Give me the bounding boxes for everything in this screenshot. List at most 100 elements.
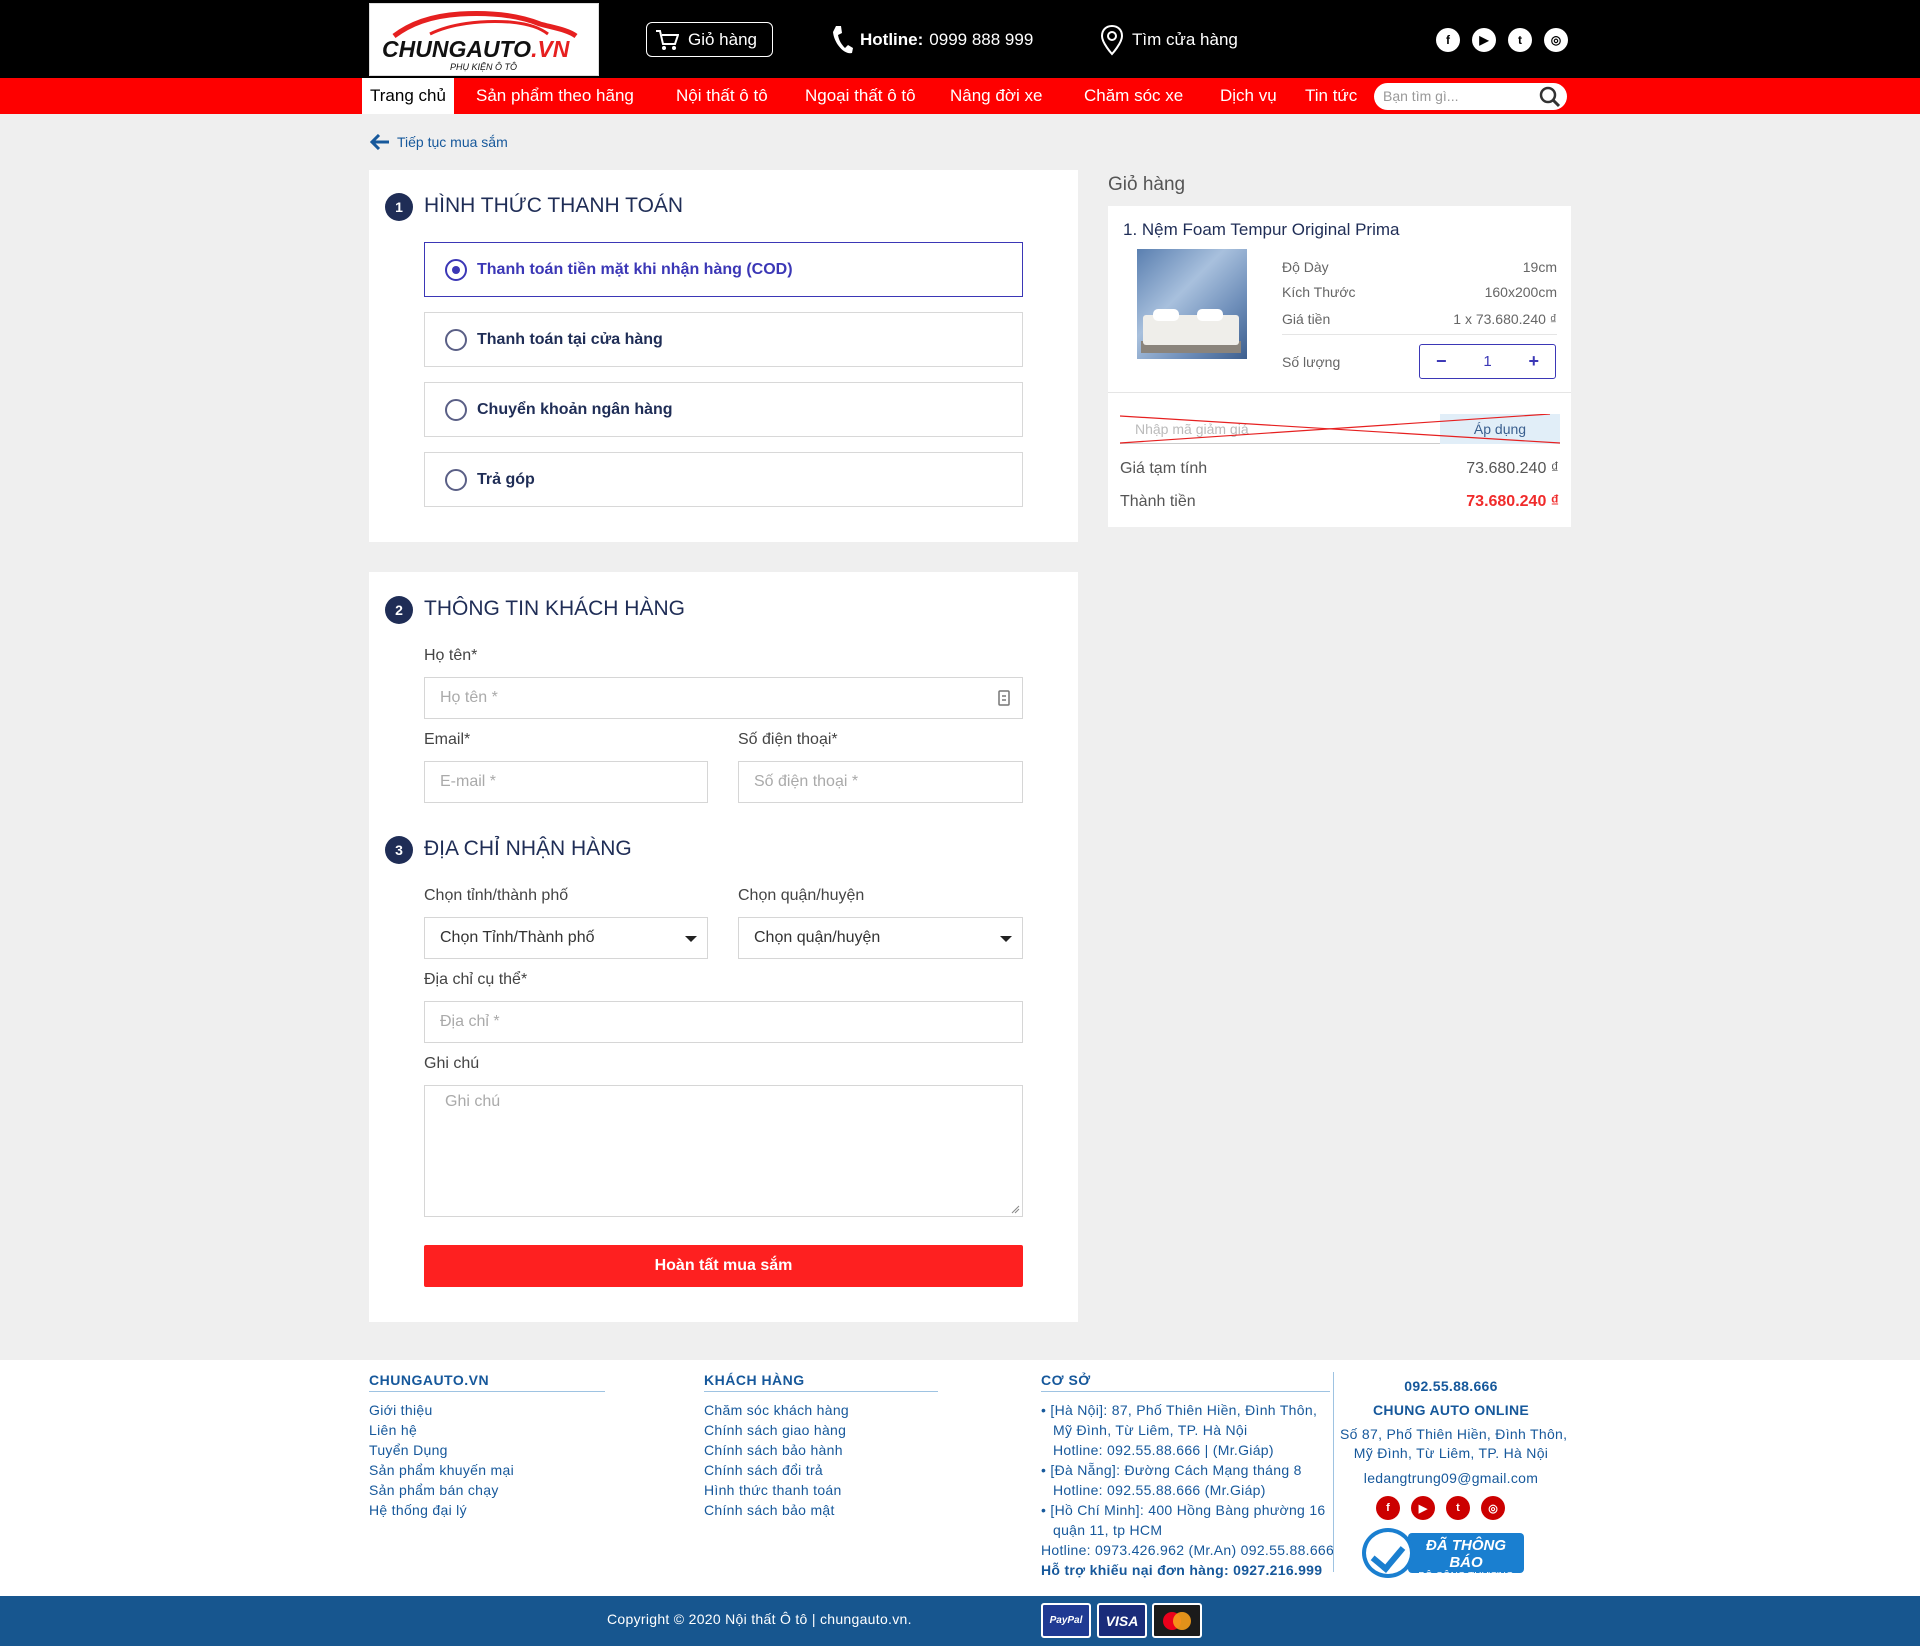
store-locator-link[interactable]: Tìm cửa hàng [1100,24,1238,56]
spec-value: 1 x 73.680.240 ₫ [1453,311,1557,327]
continue-shopping-link[interactable]: Tiếp tục mua sắm [370,134,508,150]
youtube-icon[interactable]: ▶ [1411,1496,1435,1520]
district-select-value: Chọn quận/huyện [754,929,881,946]
nav-item-interior[interactable]: Nội thất ô tô [676,78,768,114]
nav-item-car-care[interactable]: Chăm sóc xe [1084,78,1183,114]
branch-address: • [Hà Nội]: 87, Phố Thiên Hiền, Đình Thô… [1041,1402,1318,1418]
copyright-text: Copyright © 2020 Nội thất Ô tô | chungau… [607,1611,912,1627]
branch-address: Mỹ Đình, Từ Liêm, TP. Hà Nội [1053,1422,1248,1438]
branch-hotline: Hotline: 092.55.88.666 (Mr.Giáp) [1053,1482,1266,1498]
product-name[interactable]: 1. Nệm Foam Tempur Original Prima [1123,220,1400,240]
footer-phone[interactable]: 092.55.88.666 [1340,1378,1562,1394]
plus-button[interactable]: + [1528,351,1539,372]
product-image[interactable] [1137,249,1247,359]
footer-link[interactable]: Liên hệ [369,1422,417,1438]
city-label: Chọn tỉnh/thành phố [424,887,569,904]
payment-title: HÌNH THỨC THANH TOÁN [424,194,684,217]
total-label: Thành tiền [1120,493,1196,510]
footer-link[interactable]: Hệ thống đại lý [369,1502,467,1518]
city-select[interactable]: Chọn Tỉnh/Thành phố [424,917,708,959]
paypal-card-icon: PayPal [1041,1603,1091,1638]
footer-social-links: f ▶ t ◎ [1376,1496,1505,1520]
payment-option-bank-transfer[interactable]: Chuyển khoản ngân hàng [424,382,1023,437]
youtube-icon[interactable]: ▶ [1472,28,1496,52]
payment-option-installment[interactable]: Trả góp [424,452,1023,507]
quantity-stepper[interactable]: − 1 + [1419,344,1556,379]
phone-icon [833,26,853,54]
twitter-icon[interactable]: t [1446,1496,1470,1520]
resize-handle-icon[interactable] [1010,1204,1020,1214]
car-logo-icon [392,11,578,38]
footer-link[interactable]: Sản phẩm bán chạy [369,1482,499,1498]
site-logo[interactable]: CHUNGAUTO.VN PHỤ KIỆN Ô TÔ [369,3,599,76]
nav-item-news[interactable]: Tin tức [1305,78,1357,114]
payment-option-label: Trả góp [477,470,535,488]
footer-vertical-divider [1333,1372,1334,1572]
footer-link[interactable]: Sản phẩm khuyến mại [369,1462,514,1478]
hotline[interactable]: Hotline: 0999 888 999 [830,24,1033,56]
branch-address: • [Hồ Chí Minh]: 400 Hồng Bàng phường 16 [1041,1502,1326,1518]
footer-link[interactable]: Chính sách đổi trả [704,1462,823,1478]
quantity-value[interactable]: 1 [1483,353,1491,370]
footer-link[interactable]: Chính sách giao hàng [704,1422,846,1438]
street-address-field[interactable]: Địa chỉ * [424,1001,1023,1043]
facebook-icon[interactable]: f [1376,1496,1400,1520]
twitter-icon[interactable]: t [1508,28,1532,52]
hotline-label: Hotline: [860,30,924,49]
logo-tagline: PHỤ KIỆN Ô TÔ [450,62,518,72]
instagram-icon[interactable]: ◎ [1544,28,1568,52]
footer [0,1360,1920,1596]
footer-email[interactable]: ledangtrung09@gmail.com [1340,1470,1562,1486]
footer-link[interactable]: Hình thức thanh toán [704,1482,842,1498]
nav-item-services[interactable]: Dịch vụ [1220,78,1277,114]
radio-unchecked-icon[interactable] [445,398,467,421]
radio-unchecked-icon[interactable] [445,468,467,491]
footer-link[interactable]: Chăm sóc khách hàng [704,1402,849,1418]
footer-address: Số 87, Phố Thiên Hiền, Đình Thôn, [1340,1426,1568,1442]
radio-checked-icon[interactable] [445,258,467,281]
footer-col2-title: KHÁCH HÀNG [704,1372,805,1388]
bottom-bar [0,1596,1920,1646]
autofill-icon[interactable] [998,690,1010,706]
spec-label: Độ Dày [1282,259,1329,275]
complaint-hotline: Hỗ trợ khiếu nại đơn hàng: 0927.216.999 [1041,1562,1323,1578]
ministry-registered-badge[interactable]: ĐÃ THÔNG BÁO BỘ CÔNG THƯƠNG [1362,1528,1530,1582]
name-placeholder: Họ tên * [440,689,498,706]
payment-option-store[interactable]: Thanh toán tại cửa hàng [424,312,1023,367]
note-textarea[interactable]: Ghi chú [424,1085,1023,1217]
search-input[interactable]: Bạn tìm gì... [1374,83,1567,110]
name-field[interactable]: Họ tên * [424,677,1023,719]
payment-option-label: Chuyển khoản ngân hàng [477,400,673,418]
badge-subtitle: BỘ CÔNG THƯƠNG [1418,1571,1514,1582]
street-label: Địa chỉ cụ thể* [424,971,528,988]
email-field[interactable]: E-mail * [424,761,708,803]
footer-link[interactable]: Chính sách bảo mật [704,1502,835,1518]
footer-col1-title: CHUNGAUTO.VN [369,1372,490,1388]
footer-col3-title: CƠ SỞ [1041,1372,1091,1388]
branch-address: • [Đà Nẵng]: Đường Cách Mạng tháng 8 [1041,1462,1302,1478]
complete-purchase-button[interactable]: Hoàn tất mua sắm [424,1245,1023,1287]
footer-link[interactable]: Giới thiệu [369,1402,433,1418]
phone-field[interactable]: Số điện thoại * [738,761,1023,803]
nav-item-brands[interactable]: Sản phẩm theo hãng [476,78,634,114]
footer-link[interactable]: Chính sách bảo hành [704,1442,843,1458]
nav-item-upgrade[interactable]: Nâng đời xe [950,78,1042,114]
step-number-3: 3 [385,836,413,864]
minus-button[interactable]: − [1436,351,1447,372]
footer-link[interactable]: Tuyển Dụng [369,1442,448,1458]
logo-brand: CHUNGAUTO.VN [382,36,570,62]
instagram-icon[interactable]: ◎ [1481,1496,1505,1520]
cart-button[interactable]: Giỏ hàng [646,22,773,57]
payment-option-cod[interactable]: Thanh toán tiền mặt khi nhận hàng (COD) [424,242,1023,297]
nav-item-home[interactable]: Trang chủ [362,78,454,114]
map-pin-icon [1100,24,1124,56]
facebook-icon[interactable]: f [1436,28,1460,52]
coupon-input[interactable]: Nhập mã giảm giá Áp dụng [1120,414,1560,444]
nav-item-exterior[interactable]: Ngoại thất ô tô [805,78,916,114]
footer-col1-divider [369,1391,605,1392]
district-select[interactable]: Chọn quận/huyện [738,917,1023,959]
shopping-cart-icon [656,29,679,50]
search-icon[interactable] [1539,86,1561,108]
total-value: 73.680.240 ₫ [1466,493,1559,510]
radio-unchecked-icon[interactable] [445,328,467,351]
